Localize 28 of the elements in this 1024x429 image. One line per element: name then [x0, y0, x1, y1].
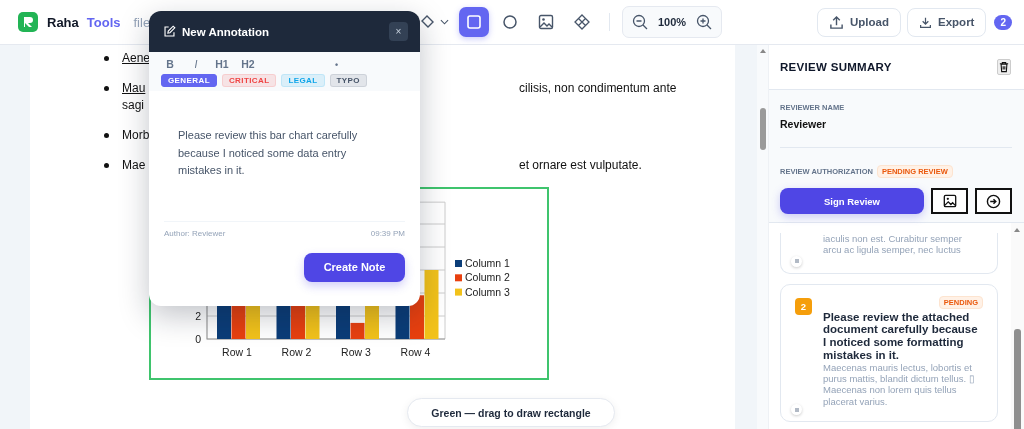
paragraph-text: et ornare est vulputate. — [519, 157, 643, 174]
note-text: Maecenas mauris lectus, lobortis et purus mattis, blandit dictum tellus. ▯ Maecenas non lorem quis tellus placerat varius. — [823, 361, 976, 407]
axis-label: Row 3 — [341, 346, 371, 358]
paragraph-text: Mae — [122, 157, 146, 174]
axis-label: Row 2 — [281, 346, 312, 358]
legend-label: Column 3 — [465, 285, 510, 298]
count-badge: 2 — [994, 14, 1012, 30]
legend-label: Column 1 — [465, 257, 510, 269]
axis-label: Row 1 — [222, 346, 252, 358]
paragraph-text: Morb — [122, 127, 150, 144]
dialog-title: New Annotation — [182, 25, 270, 38]
brand-accent: Tools — [86, 14, 121, 30]
paragraph-text: cilisis, non condimentum ante — [519, 80, 678, 97]
hint-toast: Green — drag to draw rectangle — [407, 398, 615, 427]
author-label: Author: Reviewer — [164, 228, 226, 238]
number-badge: 2 — [795, 297, 812, 315]
timestamp: 09:39 PM — [370, 228, 405, 238]
legend-label: Column 2 — [465, 271, 510, 284]
axis-label: 2 — [195, 310, 201, 322]
panel-title: REVIEW SUMMARY — [780, 61, 892, 73]
note-title: Please review the attached document carefully because I noticed some formatting mistakes in it. — [823, 310, 979, 362]
paragraph-text: sagi — [122, 98, 144, 112]
reviewer-name: Reviewer — [780, 118, 828, 130]
zoom-level: 100% — [658, 16, 687, 28]
axis-label: Row 4 — [400, 346, 431, 358]
note-text: iaculis non est. Curabitur semper arcu ac ligula semper, nec luctus — [823, 233, 963, 256]
axis-label: 0 — [195, 333, 201, 345]
brand-name: Raha — [47, 14, 79, 30]
